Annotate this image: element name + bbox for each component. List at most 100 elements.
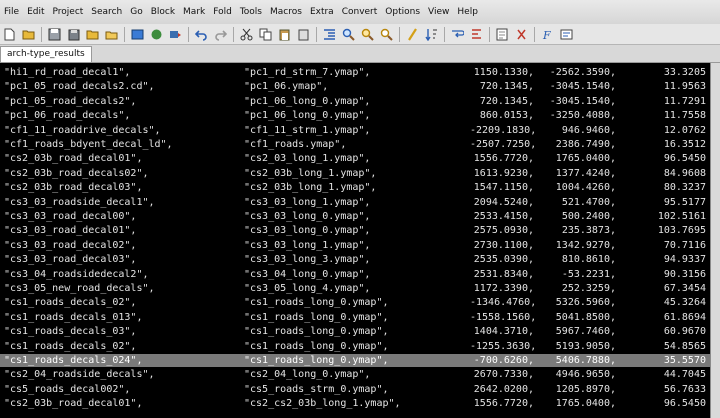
run-icon[interactable]: [168, 27, 183, 42]
result-line[interactable]: "cs1_roads_decals_02", "cs1_roads_long_0.…: [0, 340, 710, 353]
result-line[interactable]: "cs3_03_road_decal03", "cs3_03_long_3.yma…: [0, 253, 710, 266]
ymap-file-cell: "cs1_roads_long_0.ymap",: [244, 311, 389, 323]
tab-arch-type-results[interactable]: arch-type_results: [0, 46, 92, 62]
x-coordinate-cell: 860.0153,: [479, 110, 534, 122]
map-name-cell: "cf1_11_roaddrive_decals",: [4, 124, 161, 136]
y-coordinate-cell: 1205.8970,: [555, 383, 616, 395]
selected-result-line[interactable]: "cs1_roads_decals_024", "cs1_roads_long_0…: [0, 354, 710, 367]
result-line[interactable]: "cs2_03b_road_decals02", "cs2_03b_long_1.…: [0, 167, 710, 180]
x-coordinate-cell: 1547.1150,: [473, 182, 534, 194]
result-line[interactable]: "cs2_03b_road_decal03", "cs2_03b_long_1.y…: [0, 181, 710, 194]
save-all-icon[interactable]: [66, 27, 81, 42]
copy-icon[interactable]: [258, 27, 273, 42]
map-name-cell: "cs3_05_new_road_decals",: [4, 283, 155, 294]
ymap-file-cell: "cs2_03b_long_1.ymap",: [244, 182, 377, 194]
result-line[interactable]: "cs1_roads_decals_03", "cs1_roads_long_0.…: [0, 325, 710, 338]
toolbar-separator: [316, 26, 317, 42]
y-coordinate-cell: 1004.4260,: [555, 182, 616, 194]
menu-go[interactable]: Go: [126, 7, 146, 17]
menu-options[interactable]: Options: [381, 7, 424, 17]
ymap-file-cell: "cs5_roads_strm_0.ymap",: [244, 383, 389, 395]
result-line[interactable]: "cs2_03b_road_decal01", "cs2_03_long_1.ym…: [0, 152, 710, 165]
clip-icon[interactable]: [514, 27, 529, 42]
result-line[interactable]: "cs5_roads_decal002", "cs5_roads_strm_0.y…: [0, 383, 710, 396]
result-line[interactable]: "cs3_03_road_decal01", "cs3_03_long_0.yma…: [0, 224, 710, 237]
redo-icon[interactable]: [213, 27, 228, 42]
template-icon[interactable]: [495, 27, 510, 42]
svg-text:F: F: [542, 29, 551, 41]
y-coordinate-cell: 946.9460,: [561, 124, 616, 136]
x-coordinate-cell: 2533.4150,: [473, 211, 534, 222]
undo-icon[interactable]: [194, 27, 209, 42]
vertical-scrollbar[interactable]: [710, 63, 720, 418]
result-line[interactable]: "cs3_04_roadsidedecal2", "cs3_04_long_0.y…: [0, 268, 710, 281]
y-coordinate-cell: 5967.7460,: [555, 326, 616, 338]
result-line[interactable]: "pc1_05_road_decals2", "pc1_06_long_0.yma…: [0, 95, 710, 108]
ymap-file-cell: "cs2_03_long_1.ymap",: [244, 153, 371, 165]
ymap-file-cell: "cs3_03_long_0.ymap",: [244, 225, 371, 237]
menu-search[interactable]: Search: [87, 7, 126, 17]
whitespace-icon[interactable]: [469, 27, 484, 42]
clipboard-icon[interactable]: [296, 27, 311, 42]
y-coordinate-cell: 1377.4240,: [555, 167, 616, 179]
menu-block[interactable]: Block: [147, 7, 179, 17]
find-next-icon[interactable]: [360, 27, 375, 42]
result-line[interactable]: "cf1_roads_bdyent_decal_ld", "cf1_roads.y…: [0, 138, 710, 151]
z-coordinate-cell: 35.5570: [663, 355, 706, 366]
map-name-cell: "cs1_roads_decals_03",: [4, 326, 137, 338]
menu-project[interactable]: Project: [49, 7, 88, 17]
properties-icon[interactable]: [559, 27, 574, 42]
new-file-icon[interactable]: [2, 27, 17, 42]
indent-icon[interactable]: [322, 27, 337, 42]
result-line[interactable]: "cs2_03b_road_decal01", "cs2_cs2_03b_long…: [0, 397, 710, 410]
menu-mark[interactable]: Mark: [179, 7, 209, 17]
z-coordinate-cell: 60.9670: [663, 326, 706, 338]
function-icon[interactable]: F: [540, 27, 555, 42]
result-line[interactable]: "hi1_rd_road_decal1", "pc1_rd_strm_7.ymap…: [0, 66, 710, 79]
menu-help[interactable]: Help: [453, 7, 482, 17]
y-coordinate-cell: 500.2400,: [561, 211, 616, 222]
result-line[interactable]: "cf1_11_roaddrive_decals", "cf1_11_strm_1…: [0, 124, 710, 137]
menu-tools[interactable]: Tools: [236, 7, 266, 17]
bookmark-icon[interactable]: [405, 27, 420, 42]
menu-macros[interactable]: Macros: [266, 7, 306, 17]
map-name-cell: "cs3_03_road_decal01",: [4, 225, 137, 237]
find-icon[interactable]: [341, 27, 356, 42]
x-coordinate-cell: 720.1345,: [479, 81, 534, 93]
wrap-icon[interactable]: [450, 27, 465, 42]
save-icon[interactable]: [47, 27, 62, 42]
menu-fold[interactable]: Fold: [209, 7, 236, 17]
map-name-cell: "pc1_06_road_decals",: [4, 110, 131, 122]
result-line[interactable]: "cs3_03_road_decal00", "cs3_03_long_0.yma…: [0, 210, 710, 223]
menu-convert[interactable]: Convert: [338, 7, 382, 17]
project-icon[interactable]: [130, 27, 145, 42]
result-line[interactable]: "cs3_03_roadside_decal1", "cs3_03_long_1.…: [0, 196, 710, 209]
map-name-cell: "cs3_03_road_decal03",: [4, 254, 137, 266]
result-line[interactable]: "pc1_06_road_decals", "pc1_06_long_0.ymap…: [0, 109, 710, 122]
menu-view[interactable]: View: [424, 7, 453, 17]
plugin-icon[interactable]: [149, 27, 164, 42]
x-coordinate-cell: -2507.7250,: [470, 139, 537, 150]
ymap-file-cell: "cf1_roads.ymap",: [244, 139, 347, 150]
result-line[interactable]: "pc1_05_road_decals2.cd", "pc1_06.ymap", 7…: [0, 80, 710, 93]
folder-icon[interactable]: [85, 27, 100, 42]
paste-icon[interactable]: [277, 27, 292, 42]
map-name-cell: "pc1_05_road_decals2.cd",: [4, 81, 155, 93]
menu-edit[interactable]: Edit: [23, 7, 48, 17]
z-coordinate-cell: 102.5161: [657, 211, 706, 222]
result-line[interactable]: "cs1_roads_decals_013", "cs1_roads_long_0…: [0, 311, 710, 324]
result-line[interactable]: "cs2_04_roadside_decals", "cs2_04_long_0.…: [0, 368, 710, 381]
open-folder-icon[interactable]: [21, 27, 36, 42]
editor-text-area[interactable]: "hi1_rd_road_decal1", "pc1_rd_strm_7.ymap…: [0, 63, 710, 418]
menu-extra[interactable]: Extra: [306, 7, 338, 17]
result-line[interactable]: "cs1_roads_decals_02", "cs1_roads_long_0.…: [0, 296, 710, 309]
result-line[interactable]: "cs3_03_road_decal02", "cs3_03_long_1.yma…: [0, 239, 710, 252]
replace-icon[interactable]: [379, 27, 394, 42]
result-line[interactable]: "cs3_05_new_road_decals", "cs3_05_long_4.…: [0, 282, 710, 295]
menu-file[interactable]: File: [0, 7, 23, 17]
folder-open-icon[interactable]: [104, 27, 119, 42]
ymap-file-cell: "cs3_05_long_4.ymap",: [244, 283, 371, 294]
cut-icon[interactable]: [239, 27, 254, 42]
sort-icon[interactable]: [424, 27, 439, 42]
x-coordinate-cell: -1346.4760,: [470, 297, 537, 309]
